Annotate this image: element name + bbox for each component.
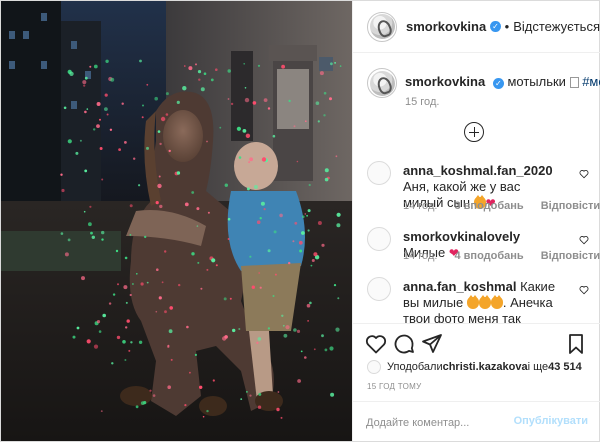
caption-body: мотыльки <box>507 74 570 89</box>
comment-like-heart-icon[interactable] <box>579 285 589 295</box>
caption-hashtag[interactable]: #мой <box>582 74 600 89</box>
post-header: smorkovkina ✓ • Відстежується <box>353 1 600 53</box>
comment-input[interactable] <box>366 414 516 432</box>
separator-dot: • <box>504 19 510 34</box>
comment-time: 14 год. <box>403 250 438 262</box>
photo-illustration <box>1 1 352 441</box>
comments-list[interactable]: smorkovkina ✓ мотыльки #мой 15 год. anna… <box>353 53 600 323</box>
comment-username[interactable]: smorkovkinalovely <box>403 229 520 244</box>
verified-badge-icon: ✓ <box>492 78 504 89</box>
follow-status-button[interactable]: Відстежується <box>513 19 600 34</box>
add-comments-icon[interactable] <box>464 122 484 142</box>
likes-prefix: Уподобали <box>387 361 443 373</box>
verified-badge-icon: ✓ <box>490 21 501 32</box>
comment-time: 14 год. <box>403 200 438 212</box>
caption-text: smorkovkina ✓ мотыльки #мой <box>405 74 600 90</box>
comment-username[interactable]: anna_koshmal.fan_2020 <box>403 163 553 178</box>
post-side-panel: smorkovkina ✓ • Відстежується smorkovkin… <box>352 1 600 441</box>
comment-text: anna.fan_koshmal Какие вы милые . Анечка… <box>403 279 563 323</box>
author-avatar[interactable] <box>367 11 397 42</box>
likes-count[interactable]: 43 514 <box>548 361 582 373</box>
post-modal: smorkovkina ✓ • Відстежується smorkovkin… <box>0 0 600 442</box>
commenter-avatar[interactable] <box>367 227 391 251</box>
liker-avatar[interactable] <box>367 360 381 374</box>
caption-avatar[interactable] <box>367 68 397 98</box>
reply-button[interactable]: Відповісти <box>541 250 600 262</box>
post-photo[interactable] <box>1 1 352 441</box>
publish-button[interactable]: Опублікувати <box>514 415 588 427</box>
moth-emoji-icon <box>569 77 579 88</box>
avatar-image <box>369 14 395 39</box>
add-comment-bar: Опублікувати <box>353 401 600 442</box>
caption-username[interactable]: smorkovkina <box>405 74 485 89</box>
commenter-avatar[interactable] <box>367 277 391 301</box>
commenter-avatar[interactable] <box>367 161 391 185</box>
post-timestamp[interactable]: 15 ГОД ТОМУ <box>367 382 422 391</box>
cat-emoji-icon <box>478 295 491 309</box>
reply-button[interactable]: Відповісти <box>541 200 600 212</box>
bookmark-icon[interactable] <box>564 332 588 356</box>
liker-username[interactable]: christi.kazakova <box>443 361 528 373</box>
comment-icon[interactable] <box>392 332 416 356</box>
comment-meta: 14 год. 3 вподобань Відповісти <box>403 200 600 212</box>
comment-like-heart-icon[interactable] <box>579 169 589 179</box>
share-icon[interactable] <box>420 332 444 356</box>
likes-middle: і ще <box>527 361 549 373</box>
post-actions: Уподобали christi.kazakova і ще 43 514 1… <box>353 323 600 441</box>
comment-username[interactable]: anna.fan_koshmal <box>403 279 516 294</box>
heart-icon[interactable] <box>364 332 388 356</box>
cat-emoji-icon <box>466 295 479 309</box>
author-username[interactable]: smorkovkina <box>406 19 486 34</box>
cat-emoji-icon <box>490 295 503 309</box>
caption-time: 15 год. <box>405 96 440 108</box>
comment-meta: 14 год. 4 вподобань Відповісти <box>403 250 600 262</box>
comment-likes-count[interactable]: 3 вподобань <box>454 200 523 212</box>
likes-summary: Уподобали christi.kazakova і ще 43 514 <box>367 360 582 374</box>
comment-like-heart-icon[interactable] <box>579 235 589 245</box>
comment-likes-count[interactable]: 4 вподобань <box>454 250 523 262</box>
avatar-image <box>369 70 395 96</box>
